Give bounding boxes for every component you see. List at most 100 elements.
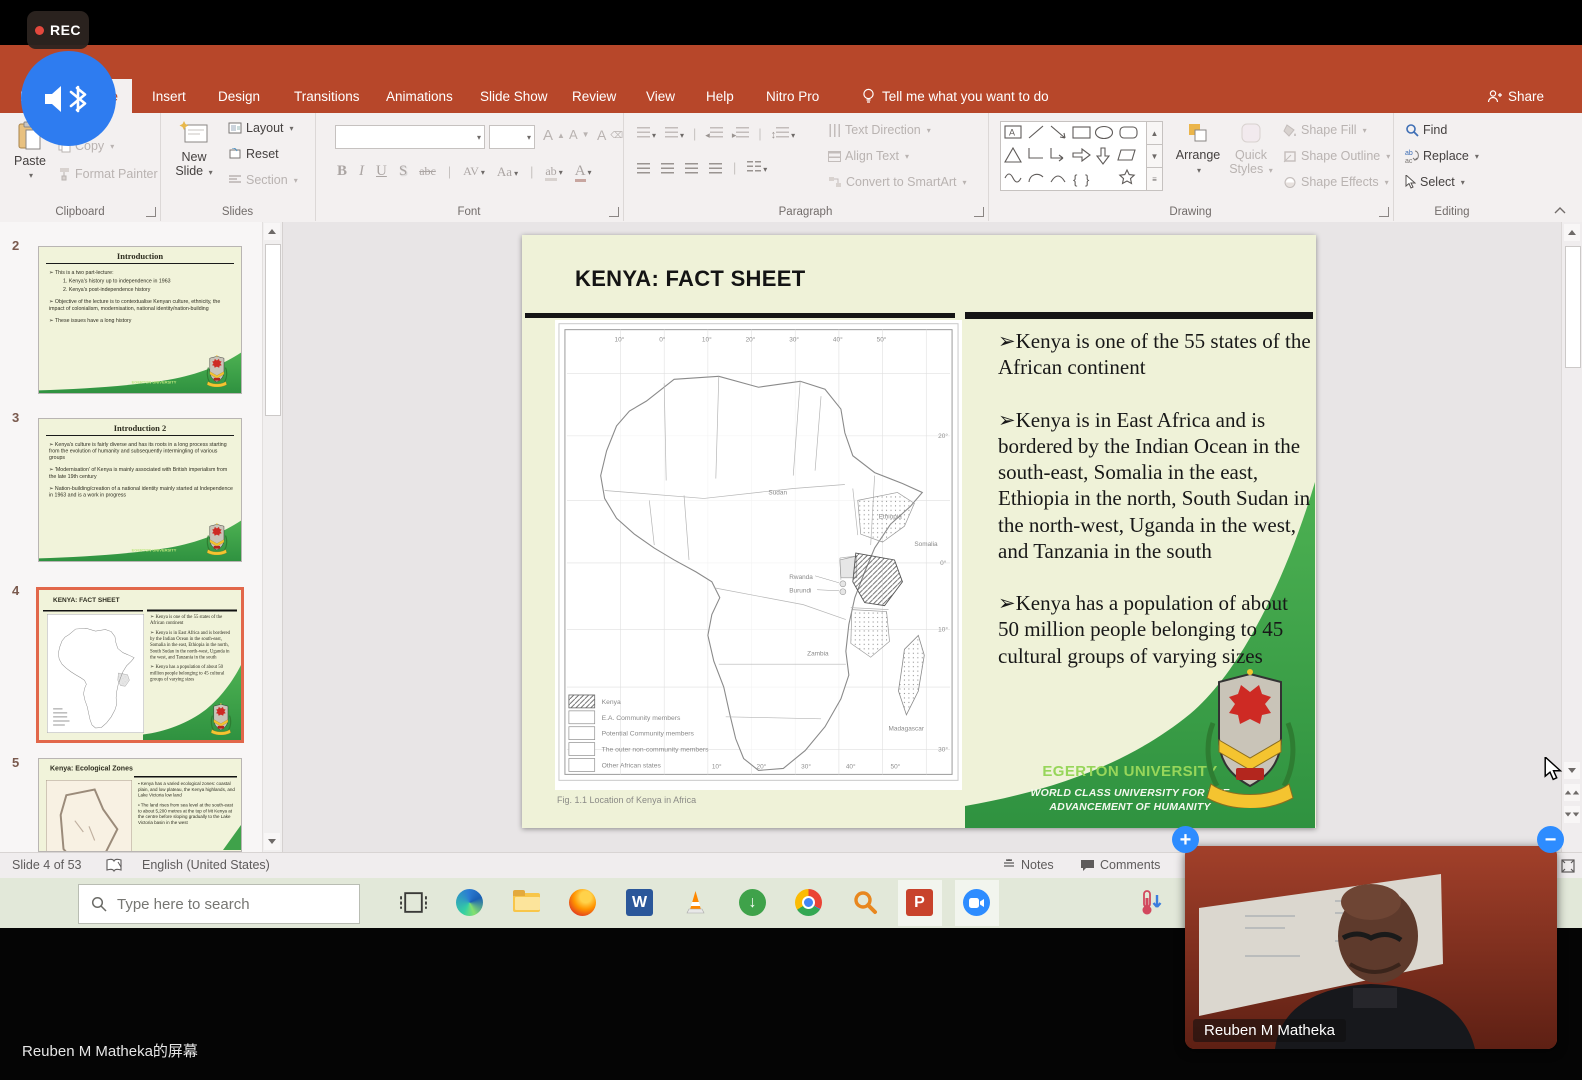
decrease-indent-button[interactable]: ◂ xyxy=(705,127,723,141)
fit-slide-to-window-icon[interactable] xyxy=(1560,858,1576,874)
convert-smartart-button[interactable]: Convert to SmartArt▾ xyxy=(828,175,966,189)
strikethrough-button[interactable]: abc xyxy=(419,164,436,179)
shape-outline-button[interactable]: Shape Outline▾ xyxy=(1283,149,1390,163)
audio-bluetooth-button[interactable] xyxy=(21,51,116,146)
tab-nitro-pro[interactable]: Nitro Pro xyxy=(760,79,825,113)
text-shadow-button[interactable]: S xyxy=(399,163,407,180)
text-direction-button[interactable]: Text Direction▾ xyxy=(828,123,931,137)
shape-fill-button[interactable]: Shape Fill▾ xyxy=(1283,123,1367,137)
tab-design[interactable]: Design xyxy=(212,79,266,113)
zoom-out-button[interactable]: − xyxy=(1537,826,1564,853)
slide-canvas[interactable]: KENYA: FACT SHEET xyxy=(522,235,1316,828)
clipboard-dialog-launcher[interactable] xyxy=(146,207,156,217)
highlight-button[interactable]: ab▾ xyxy=(545,164,562,179)
align-text-button[interactable]: Align Text▾ xyxy=(828,149,909,163)
align-left-button[interactable] xyxy=(637,163,650,174)
idm-icon[interactable]: ↓ xyxy=(739,889,766,916)
columns-button[interactable]: ▾ xyxy=(747,161,767,175)
justify-button[interactable] xyxy=(709,163,722,174)
language-status[interactable]: English (United States) xyxy=(142,858,270,872)
zoom-app-icon[interactable] xyxy=(963,889,990,916)
zoom-in-button[interactable]: + xyxy=(1172,826,1199,853)
scroll-up-button[interactable] xyxy=(264,223,280,240)
font-dialog-launcher[interactable] xyxy=(609,207,619,217)
numbering-button[interactable]: ▾ xyxy=(665,127,684,141)
svg-text:20°: 20° xyxy=(746,336,756,344)
notes-button[interactable]: Notes xyxy=(1002,858,1054,872)
firefox-icon[interactable] xyxy=(569,889,596,916)
bullets-button[interactable]: ▾ xyxy=(637,127,656,141)
scrollbar-thumb[interactable] xyxy=(265,244,281,416)
arrange-button[interactable]: Arrange ▾ xyxy=(1172,121,1224,177)
new-slide-button[interactable]: NewSlide ▾ xyxy=(170,121,218,179)
align-center-button[interactable] xyxy=(661,163,674,174)
tell-me-box[interactable]: Tell me what you want to do xyxy=(862,79,1049,113)
webcam-video[interactable]: Reuben M Matheka xyxy=(1185,846,1557,1049)
reset-button[interactable]: Reset xyxy=(228,147,279,161)
tab-review[interactable]: Review xyxy=(566,79,622,113)
select-button[interactable]: Select▾ xyxy=(1405,175,1465,189)
thumbnail-slide-3[interactable]: Introduction 2 ➢Kenya's culture is fairl… xyxy=(38,418,242,562)
task-view-icon[interactable] xyxy=(400,889,427,916)
bold-button[interactable]: B xyxy=(337,163,347,180)
tab-view[interactable]: View xyxy=(640,79,681,113)
powerpoint-icon[interactable]: P xyxy=(906,889,933,916)
file-explorer-icon[interactable] xyxy=(513,889,540,916)
quick-styles-button[interactable]: QuickStyles ▾ xyxy=(1228,121,1274,177)
font-size-combo[interactable]: ▾ xyxy=(489,125,535,149)
line-spacing-button[interactable]: ↕▾ xyxy=(771,127,796,141)
vlc-icon[interactable] xyxy=(682,889,709,916)
paragraph-dialog-launcher[interactable] xyxy=(974,207,984,217)
scroll-down-button[interactable] xyxy=(264,833,280,850)
comments-button[interactable]: Comments xyxy=(1080,858,1160,872)
spellcheck-book-icon[interactable] xyxy=(106,858,123,873)
align-right-button[interactable] xyxy=(685,163,698,174)
italic-button[interactable]: I xyxy=(359,163,364,180)
collapse-ribbon-icon[interactable] xyxy=(1554,207,1566,214)
find-button[interactable]: Find xyxy=(1405,123,1447,137)
chrome-icon[interactable] xyxy=(795,889,822,916)
character-spacing-button[interactable]: AV▾ xyxy=(463,164,485,179)
slide-scroll-up[interactable] xyxy=(1564,224,1580,241)
thumbnail-slide-2[interactable]: Introduction ➢This is a two part-lecture… xyxy=(38,246,242,394)
layout-button[interactable]: Layout▾ xyxy=(228,121,294,135)
previous-slide-button[interactable] xyxy=(1564,784,1580,801)
search-app-icon[interactable] xyxy=(851,889,878,916)
tab-insert[interactable]: Insert xyxy=(146,79,192,113)
font-name-combo[interactable]: ▾ xyxy=(335,125,485,149)
grow-font-button[interactable]: A▲ xyxy=(543,127,565,144)
shapes-gallery-scroll[interactable]: ▲▼≡ xyxy=(1146,121,1163,191)
word-icon[interactable]: W xyxy=(626,889,653,916)
clear-formatting-button[interactable]: A⌫ xyxy=(597,127,623,143)
font-color-button[interactable]: A▾ xyxy=(575,163,592,180)
shapes-gallery[interactable]: A { xyxy=(1000,121,1148,191)
change-case-button[interactable]: Aa▾ xyxy=(497,164,518,180)
edge-icon[interactable] xyxy=(456,889,483,916)
replace-button[interactable]: abac Replace▾ xyxy=(1405,149,1479,163)
svg-text:40°: 40° xyxy=(846,762,856,770)
slide-scroll-down[interactable] xyxy=(1564,762,1580,779)
share-button[interactable]: Share xyxy=(1487,79,1544,113)
increase-indent-button[interactable]: ▸ xyxy=(732,127,750,141)
format-painter-button[interactable]: Format Painter xyxy=(58,167,158,181)
tab-transitions[interactable]: Transitions xyxy=(288,79,366,113)
tab-slide-show[interactable]: Slide Show xyxy=(474,79,554,113)
thermometer-icon[interactable] xyxy=(1138,889,1165,916)
slide-scroll-thumb[interactable] xyxy=(1565,246,1581,368)
svg-text:40°: 40° xyxy=(833,336,843,344)
shrink-font-button[interactable]: A▼ xyxy=(569,127,590,142)
ribbon: Paste▾ Copy▾ Format Painter Clipboard Ne… xyxy=(0,113,1582,223)
thumbnail-slide-4-selected[interactable]: KENYA: FACT SHEET ➢Kenya is one of the 5… xyxy=(36,587,244,743)
shape-effects-button[interactable]: Shape Effects▾ xyxy=(1283,175,1389,189)
thumbnail-scrollbar[interactable] xyxy=(262,222,282,852)
section-button[interactable]: Section▾ xyxy=(228,173,298,187)
drawing-dialog-launcher[interactable] xyxy=(1379,207,1389,217)
underline-button[interactable]: U xyxy=(376,163,387,180)
slide-counter[interactable]: Slide 4 of 53 xyxy=(12,858,82,872)
tab-help[interactable]: Help xyxy=(700,79,740,113)
paragraph-row2: | ▾ xyxy=(637,161,767,175)
next-slide-button[interactable] xyxy=(1564,806,1580,823)
taskbar-search[interactable]: Type here to search xyxy=(78,884,360,924)
thumbnail-slide-5[interactable]: Kenya: Ecological Zones ▪ Kenya has a va… xyxy=(38,758,242,852)
tab-animations[interactable]: Animations xyxy=(380,79,459,113)
